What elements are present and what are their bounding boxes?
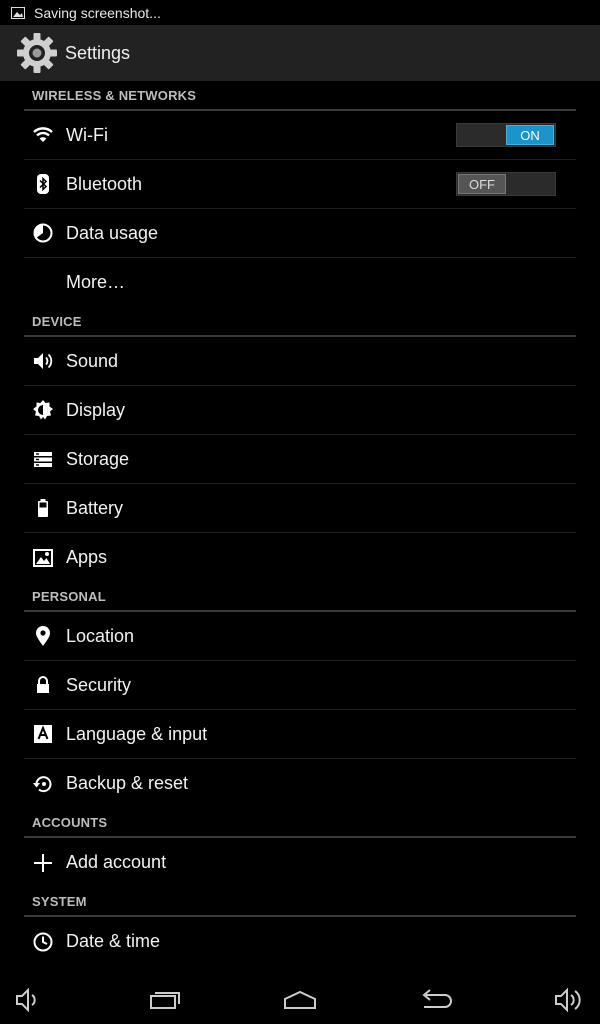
setting-security-label: Security [66, 674, 132, 695]
setting-bluetooth-label: Bluetooth [66, 173, 143, 194]
setting-more[interactable]: More… [24, 258, 576, 307]
storage-icon [32, 448, 54, 470]
recent-apps-icon [150, 992, 180, 1009]
setting-location-label: Location [66, 625, 135, 646]
section-header-device: DEVICE [24, 307, 576, 337]
setting-storage-label: Storage [66, 448, 130, 469]
setting-wifi[interactable]: Wi-Fi ON [24, 111, 576, 160]
setting-add-account-label: Add account [66, 852, 167, 872]
bluetooth-icon [32, 173, 54, 195]
battery-icon [32, 497, 54, 519]
backup-restore-icon [32, 773, 54, 795]
setting-sound-label: Sound [66, 350, 119, 371]
setting-location[interactable]: Location [24, 612, 576, 661]
home-icon [284, 990, 316, 1009]
apps-icon [32, 547, 54, 569]
clock-icon [32, 931, 54, 953]
data-usage-icon [32, 222, 54, 244]
wifi-toggle[interactable]: ON [456, 123, 556, 147]
volume-up-icon [555, 987, 581, 1013]
setting-backup[interactable]: Backup & reset [24, 759, 576, 808]
action-bar: Settings [0, 25, 600, 81]
speaker-icon [32, 350, 54, 372]
status-notification-text: Saving screenshot... [34, 4, 161, 21]
volume-down-icon [16, 987, 36, 1013]
setting-display-label: Display [66, 399, 126, 420]
status-bar: Saving screenshot... [0, 0, 600, 25]
image-notification-icon [11, 6, 25, 19]
language-icon [32, 723, 54, 745]
setting-wifi-label: Wi-Fi [66, 124, 108, 145]
settings-gear-icon[interactable] [15, 31, 59, 75]
plus-icon [32, 852, 54, 874]
location-pin-icon [32, 625, 54, 647]
setting-add-account[interactable]: Add account [24, 838, 576, 887]
back-button[interactable] [405, 976, 465, 1024]
setting-battery-label: Battery [66, 497, 124, 518]
section-header-accounts: ACCOUNTS [24, 808, 576, 838]
setting-data-usage[interactable]: Data usage [24, 209, 576, 258]
section-header-wireless: WIRELESS & NETWORKS [24, 81, 576, 111]
bluetooth-toggle-state: OFF [458, 174, 506, 194]
volume-up-button[interactable] [540, 976, 600, 1024]
bluetooth-toggle[interactable]: OFF [456, 172, 556, 196]
section-header-system: SYSTEM [24, 887, 576, 917]
setting-display[interactable]: Display [24, 386, 576, 435]
setting-sound[interactable]: Sound [24, 337, 576, 386]
page-title: Settings [65, 42, 131, 63]
setting-security[interactable]: Security [24, 661, 576, 710]
brightness-icon [32, 399, 54, 421]
setting-apps-label: Apps [66, 547, 108, 567]
setting-backup-label: Backup & reset [66, 773, 189, 793]
section-header-personal: PERSONAL [24, 582, 576, 612]
lock-icon [32, 674, 54, 696]
recent-apps-button[interactable] [135, 976, 195, 1024]
wifi-icon [32, 124, 54, 146]
setting-more-label: More… [66, 272, 126, 292]
navigation-bar [0, 976, 600, 1024]
setting-data-usage-label: Data usage [66, 222, 159, 243]
setting-bluetooth[interactable]: Bluetooth OFF [24, 160, 576, 209]
home-button[interactable] [270, 976, 330, 1024]
setting-storage[interactable]: Storage [24, 435, 576, 484]
setting-battery[interactable]: Battery [24, 484, 576, 533]
back-arrow-icon [422, 989, 452, 1008]
volume-down-button[interactable] [0, 976, 60, 1024]
wifi-toggle-state: ON [506, 125, 554, 145]
setting-language-label: Language & input [66, 723, 208, 744]
setting-date-time-label: Date & time [66, 931, 161, 951]
setting-date-time[interactable]: Date & time [24, 917, 576, 966]
setting-apps[interactable]: Apps [24, 533, 576, 582]
setting-language[interactable]: Language & input [24, 710, 576, 759]
settings-list: WIRELESS & NETWORKS Wi-Fi ON Bluetooth O… [24, 81, 576, 966]
